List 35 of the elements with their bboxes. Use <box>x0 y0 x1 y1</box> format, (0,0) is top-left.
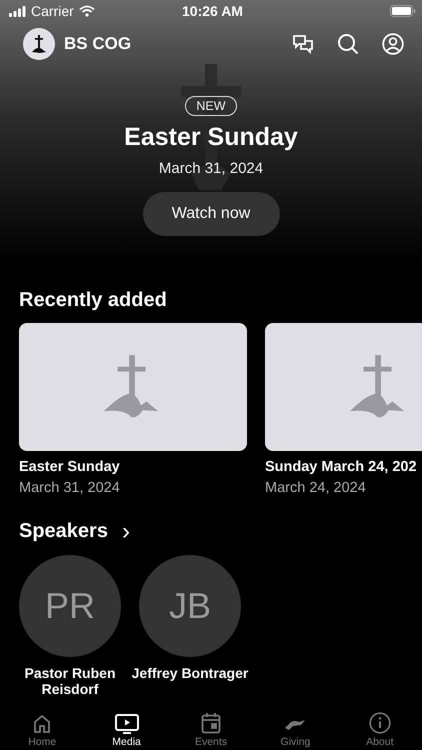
section-title: Recently added <box>18 288 168 312</box>
media-title: Easter Sunday <box>19 459 121 475</box>
media-date: March 24, 2024 <box>265 480 367 496</box>
speaker-name: Jeffrey Bontrager <box>130 665 250 681</box>
wifi-icon <box>78 5 95 17</box>
speaker-avatar[interactable]: PR <box>19 555 121 657</box>
watch-now-button[interactable]: Watch now <box>142 192 280 236</box>
tab-item[interactable]: Giving <box>253 700 338 750</box>
hero-date: March 31, 2024 <box>158 160 264 177</box>
new-badge: NEW <box>185 96 237 116</box>
speaker-name: Pastor Ruben Reisdorf <box>23 665 116 697</box>
tab-item[interactable]: About <box>338 700 422 750</box>
app-title: BS COG <box>64 34 132 54</box>
chevron-icon[interactable]: › <box>122 522 130 542</box>
media-thumbnail[interactable] <box>19 323 247 451</box>
chat-icon[interactable] <box>292 33 314 55</box>
tv-play-icon <box>114 714 139 734</box>
hero-title: Easter Sunday <box>124 123 298 152</box>
carrier-label: Carrier <box>31 3 74 19</box>
info-icon <box>368 712 391 734</box>
status-time: 10:26 AM <box>182 3 243 19</box>
home-icon <box>32 714 52 734</box>
tab-item[interactable]: Home <box>0 700 84 750</box>
battery-icon <box>390 5 416 17</box>
logo-icon[interactable] <box>23 28 55 60</box>
speaker-avatar[interactable]: JB <box>139 555 241 657</box>
tab-item[interactable]: Media <box>84 700 169 750</box>
calendar-icon <box>201 712 222 734</box>
media-title: Sunday March 24, 202 <box>265 459 418 475</box>
profile-icon[interactable] <box>382 33 404 55</box>
tab-item[interactable]: Events <box>168 700 254 750</box>
media-date: March 31, 2024 <box>19 480 121 496</box>
signal-icon <box>9 6 26 16</box>
section-title: Speakers <box>19 520 108 543</box>
search-icon[interactable] <box>337 33 359 55</box>
